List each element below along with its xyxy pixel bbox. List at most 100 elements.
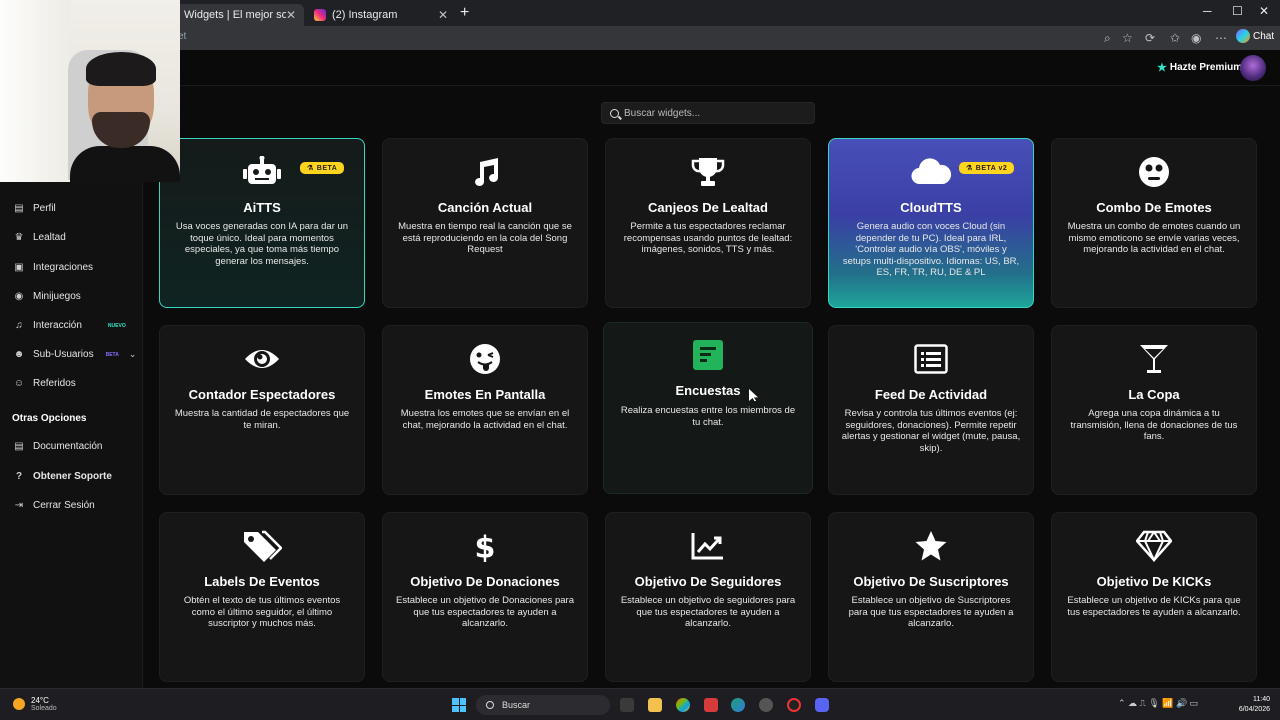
tab-title: Widgets | El mejor software para p xyxy=(184,9,286,21)
question-circle-icon: ? xyxy=(15,471,23,482)
sidebar-section-title: Otras Opciones xyxy=(12,413,87,424)
tab-widgets[interactable]: Widgets | El mejor software para p ✕ xyxy=(176,4,304,26)
close-window-button[interactable]: ✕ xyxy=(1259,4,1269,18)
new-badge: NUEVO xyxy=(107,322,126,329)
zoom-icon[interactable]: ⌕ xyxy=(1104,31,1111,46)
users-icon: ☻ xyxy=(13,349,25,360)
sign-out-icon: ⇥ xyxy=(14,500,24,511)
widget-card-labels-eventos[interactable]: Labels De Eventos Obtén el texto de tus … xyxy=(159,512,365,682)
widget-title: CloudTTS xyxy=(900,200,962,215)
sun-icon xyxy=(13,698,25,710)
widget-description: Establece un objetivo de seguidores para… xyxy=(620,595,796,629)
tags-icon xyxy=(160,530,364,564)
date: 6/04/2026 xyxy=(1238,706,1270,713)
favorites-icon[interactable]: ✩ xyxy=(1170,31,1180,45)
sidebar-item-label: Integraciones xyxy=(33,262,94,273)
widget-title: Encuestas xyxy=(675,383,741,398)
bookmark-star-icon[interactable]: ☆ xyxy=(1122,31,1133,45)
puzzle-icon: ▣ xyxy=(14,262,24,273)
system-tray[interactable]: ⌃ ☁ ⎍ 🎙 📶 🔊 ▭ xyxy=(1118,698,1198,709)
edge-browser-icon[interactable] xyxy=(731,698,745,712)
more-menu-icon[interactable]: ⋯ xyxy=(1215,31,1227,45)
widget-card-emotes-pantalla[interactable]: Emotes En Pantalla Muestra los emotes qu… xyxy=(382,325,588,495)
gem-icon xyxy=(1052,530,1256,564)
instagram-icon xyxy=(314,9,326,21)
widget-title: Contador Espectadores xyxy=(188,387,336,402)
widget-card-contador-espectadores[interactable]: Contador Espectadores Muestra la cantida… xyxy=(159,325,365,495)
poll-icon xyxy=(604,339,812,373)
widget-description: Establece un objetivo de KICKs para que … xyxy=(1067,595,1241,618)
profile-icon[interactable]: ◉ xyxy=(1191,31,1201,45)
widget-title: Canjeos De Lealtad xyxy=(648,200,768,215)
widget-card-combo-emotes[interactable]: Combo De Emotes Muestra un combo de emot… xyxy=(1051,138,1257,308)
widget-description: Permite a tus espectadores reclamar reco… xyxy=(623,221,793,255)
search-input[interactable] xyxy=(624,107,804,119)
sidebar-item-integraciones[interactable]: ▣ Integraciones xyxy=(12,262,93,273)
widget-card-canjeos[interactable]: Canjeos De Lealtad Permite a tus especta… xyxy=(605,138,811,308)
eye-icon xyxy=(160,343,364,377)
widget-title: Combo De Emotes xyxy=(1096,200,1212,215)
obs-icon[interactable] xyxy=(759,698,773,712)
copilot-app-icon[interactable] xyxy=(676,698,690,712)
widget-search[interactable] xyxy=(601,102,815,124)
widget-description: Establece un objetivo de Donaciones para… xyxy=(396,595,574,629)
wps-office-icon[interactable] xyxy=(704,698,718,712)
sidebar-item-interaccion[interactable]: ♫ Interacción NUEVO xyxy=(12,320,126,331)
widget-card-encuestas[interactable]: Encuestas Realiza encuestas entre los mi… xyxy=(603,322,813,494)
taskbar-search[interactable]: Buscar xyxy=(476,695,610,715)
widget-card-objetivo-suscriptores[interactable]: Objetivo De Suscriptores Establece un ob… xyxy=(828,512,1034,682)
widget-card-objetivo-seguidores[interactable]: Objetivo De Seguidores Establece un obje… xyxy=(605,512,811,682)
discord-icon[interactable] xyxy=(815,698,829,712)
sidebar-item-cerrar-sesion[interactable]: ⇥ Cerrar Sesión xyxy=(12,500,95,511)
widget-card-cancion-actual[interactable]: Canción Actual Muestra en tiempo real la… xyxy=(382,138,588,308)
search-icon xyxy=(486,701,494,709)
maximize-button[interactable]: ☐ xyxy=(1232,4,1243,18)
clock[interactable]: 11:40 6/04/2026 xyxy=(1230,695,1270,715)
beta-v2-badge: ⚗ BETA v2 xyxy=(959,162,1015,174)
copilot-icon xyxy=(1236,29,1250,43)
new-tab-button[interactable]: + xyxy=(460,4,469,22)
avatar[interactable] xyxy=(1240,55,1266,81)
cocktail-icon xyxy=(1052,343,1256,377)
trophy-icon xyxy=(606,156,810,190)
widget-description: Muestra un combo de emotes cuando un mis… xyxy=(1067,221,1241,255)
app-icon[interactable] xyxy=(787,698,801,712)
extensions-icon[interactable]: ⟳ xyxy=(1145,31,1155,45)
task-view-icon[interactable] xyxy=(620,698,634,712)
sidebar-item-soporte[interactable]: ? Obtener Soporte xyxy=(12,471,112,482)
user-group-icon: ☺ xyxy=(13,378,25,389)
app-header: ★ Hazte Premium xyxy=(0,50,1280,86)
book-icon: ▤ xyxy=(14,441,24,452)
windows-start-icon[interactable] xyxy=(452,698,466,712)
sidebar-item-referidos[interactable]: ☺ Referidos xyxy=(12,378,76,389)
file-explorer-icon[interactable] xyxy=(648,698,662,712)
sidebar-item-documentacion[interactable]: ▤ Documentación xyxy=(12,441,102,452)
emoji-tongue-icon xyxy=(383,343,587,377)
widget-card-objetivo-kicks[interactable]: Objetivo De KICKs Establece un objetivo … xyxy=(1051,512,1257,682)
widget-description: Muestra la cantidad de espectadores que … xyxy=(174,408,350,431)
sidebar-item-label: Minijuegos xyxy=(33,291,81,302)
sidebar-item-sub-usuarios[interactable]: ☻ Sub-Usuarios BETA ⌄ xyxy=(12,349,137,360)
widget-card-cloudtts[interactable]: ⚗ BETA v2 CloudTTS Genera audio con voces… xyxy=(828,138,1034,308)
chat-button[interactable]: Chat xyxy=(1236,29,1274,43)
sidebar-item-perfil[interactable]: ▤ Perfil xyxy=(12,203,56,214)
widget-title: Objetivo De Donaciones xyxy=(410,574,560,589)
widget-description: Revisa y controla tus últimos eventos (e… xyxy=(841,408,1021,454)
close-tab-icon[interactable]: ✕ xyxy=(286,8,296,22)
weather-widget[interactable]: 24°C Soleado xyxy=(13,696,57,712)
close-tab-icon[interactable]: ✕ xyxy=(438,8,448,22)
sidebar-item-minijuegos[interactable]: ◉ Minijuegos xyxy=(12,291,81,302)
widget-card-la-copa[interactable]: La Copa Agrega una copa dinámica a tu tr… xyxy=(1051,325,1257,495)
widget-description: Agrega una copa dinámica a tu transmisió… xyxy=(1070,408,1238,442)
address-bar[interactable]: et ⌕ ☆ ⟳ ✩ ◉ ⋯ Chat xyxy=(0,26,1280,50)
widget-card-objetivo-donaciones[interactable]: $ Objetivo De Donaciones Establece un ob… xyxy=(382,512,588,682)
widget-card-feed-actividad[interactable]: Feed De Actividad Revisa y controla tus … xyxy=(828,325,1034,495)
minimize-button[interactable]: ─ xyxy=(1203,4,1212,18)
star-icon: ★ xyxy=(1157,62,1167,74)
premium-button[interactable]: ★ Hazte Premium xyxy=(1157,61,1242,74)
widget-card-aitts[interactable]: ⚗ BETA AiTTS Usa voces generadas con IA p… xyxy=(159,138,365,308)
star-icon xyxy=(829,530,1033,564)
chevron-down-icon[interactable]: ⌄ xyxy=(129,349,137,360)
sidebar-item-lealtad[interactable]: ♛ Lealtad xyxy=(12,232,66,243)
tab-instagram[interactable]: (2) Instagram ✕ xyxy=(306,4,456,26)
